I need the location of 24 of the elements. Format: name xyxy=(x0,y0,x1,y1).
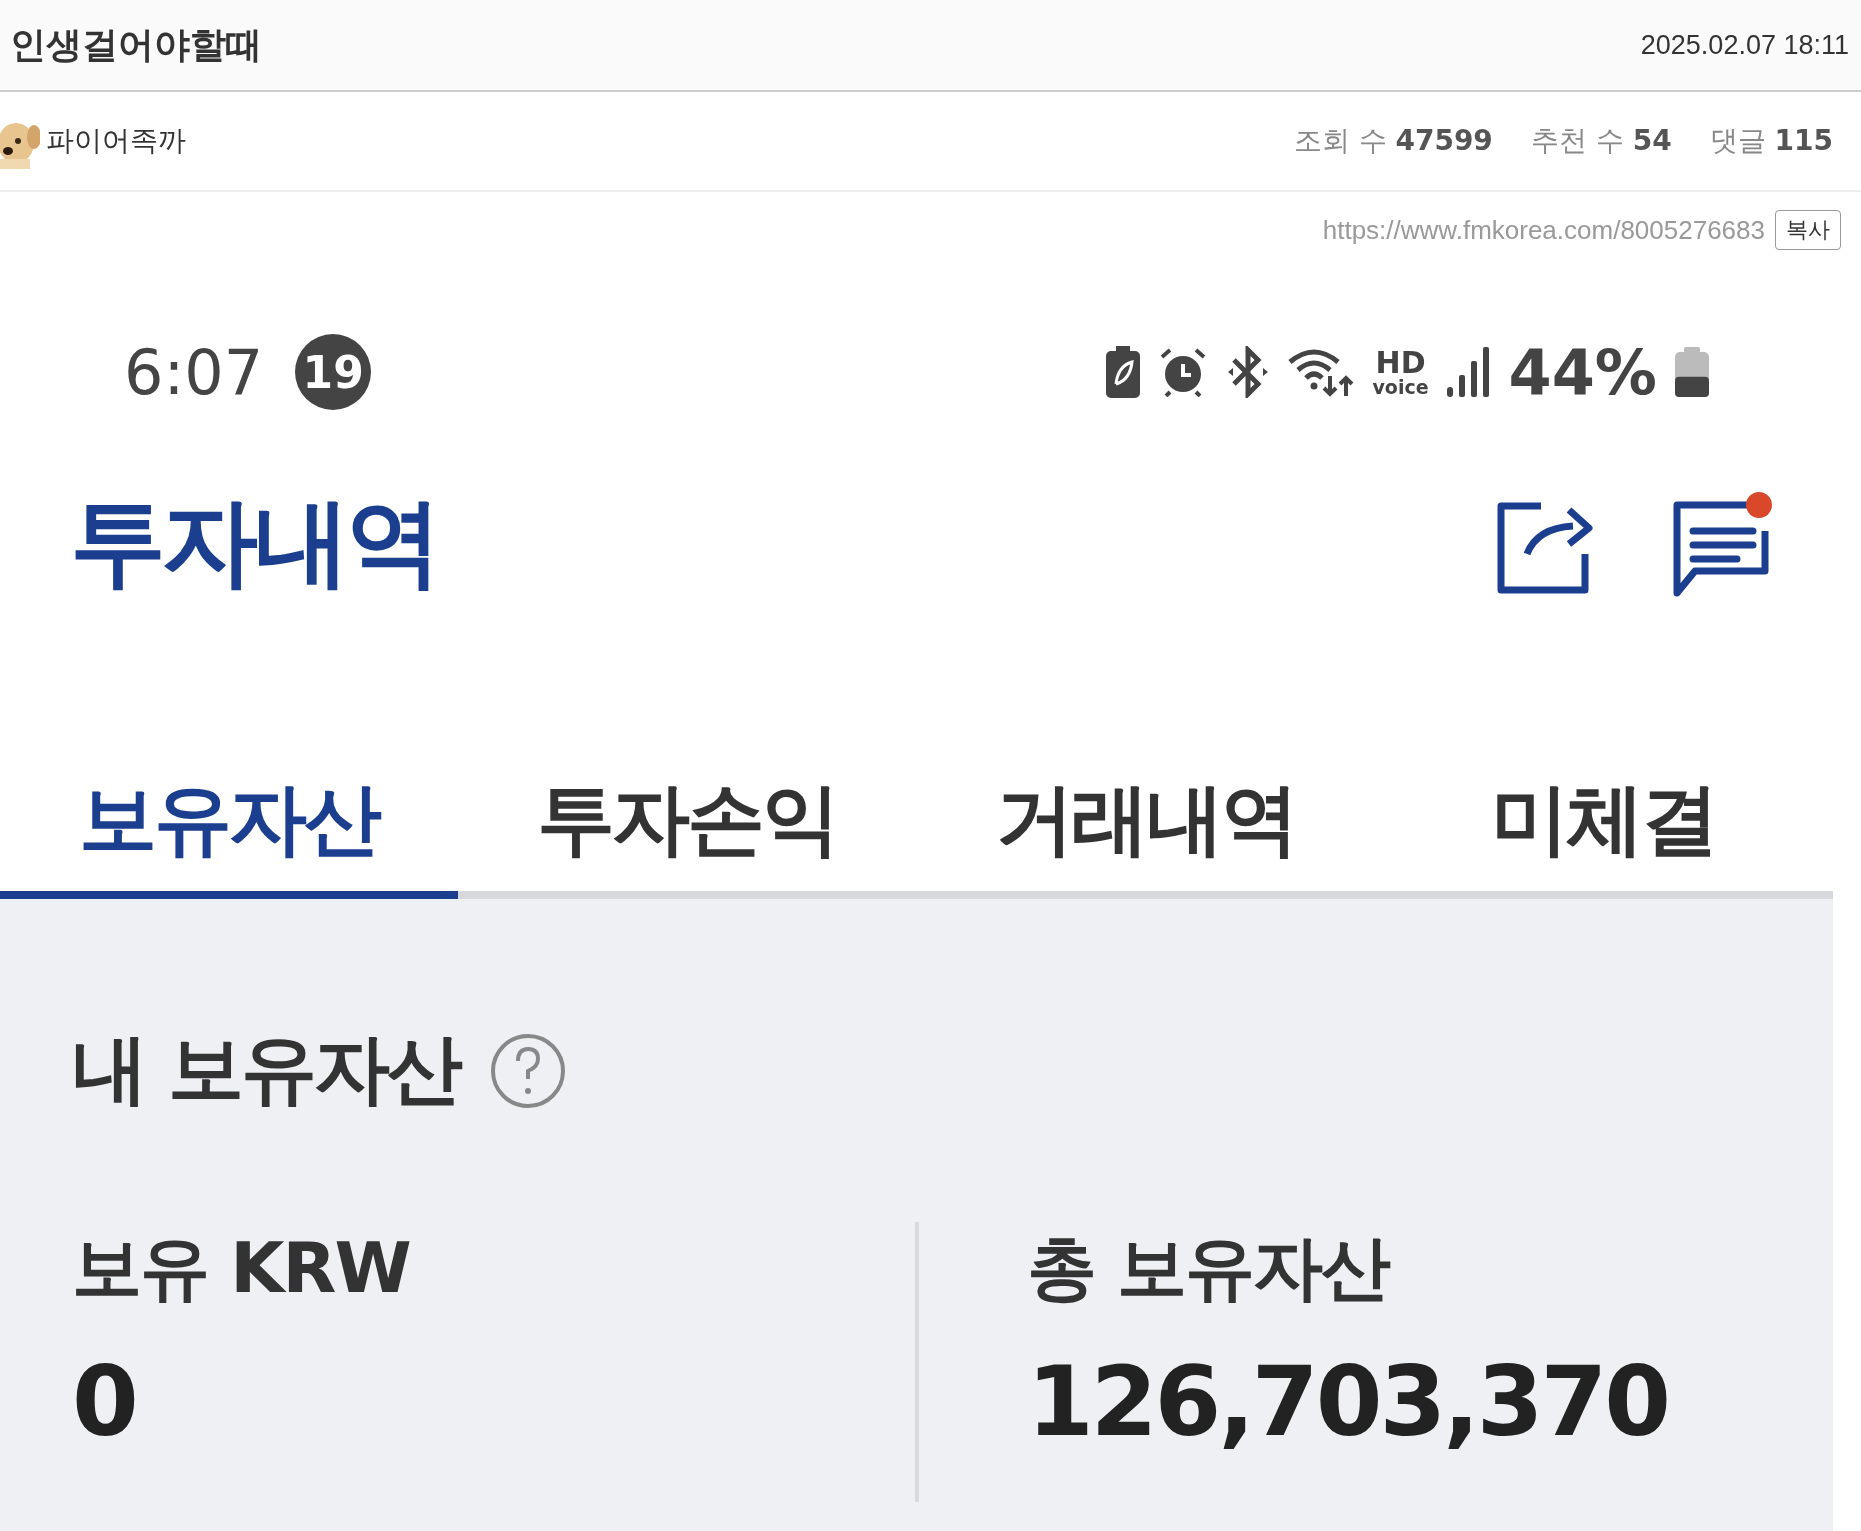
help-icon[interactable] xyxy=(490,1032,567,1109)
notification-badge: 19 xyxy=(295,334,372,410)
copy-button[interactable]: 복사 xyxy=(1775,210,1841,250)
clock-time: 6:07 xyxy=(124,335,264,409)
asset-value: 126,703,370 xyxy=(1027,1346,1670,1458)
voice-label: voice xyxy=(1372,377,1429,397)
wifi-icon xyxy=(1288,346,1355,398)
post-stat: 조회 수 47599 xyxy=(1293,123,1493,159)
post-stat: 댓글 115 xyxy=(1709,123,1833,159)
asset-value: 0 xyxy=(72,1346,137,1458)
author-name[interactable]: 파이어족까 xyxy=(46,122,186,160)
signal-icon xyxy=(1446,347,1491,397)
post-title: 인생걸어야할때 xyxy=(10,22,262,67)
battery-saver-icon xyxy=(1106,346,1141,398)
post-stat: 추천 수 54 xyxy=(1530,123,1672,159)
asset-label: 보유 KRW xyxy=(72,1226,411,1311)
post-date: 2025.02.07 18:11 xyxy=(1640,29,1849,61)
memo-icon[interactable] xyxy=(1673,491,1773,597)
battery-icon xyxy=(1675,347,1709,397)
section-title: 내 보유자산 xyxy=(72,1023,461,1115)
hd-label: HD xyxy=(1375,347,1426,378)
page-title: 투자내역 xyxy=(70,485,438,600)
battery-percent: 44% xyxy=(1508,335,1657,409)
asset-label: 총 보유자산 xyxy=(1027,1226,1391,1311)
